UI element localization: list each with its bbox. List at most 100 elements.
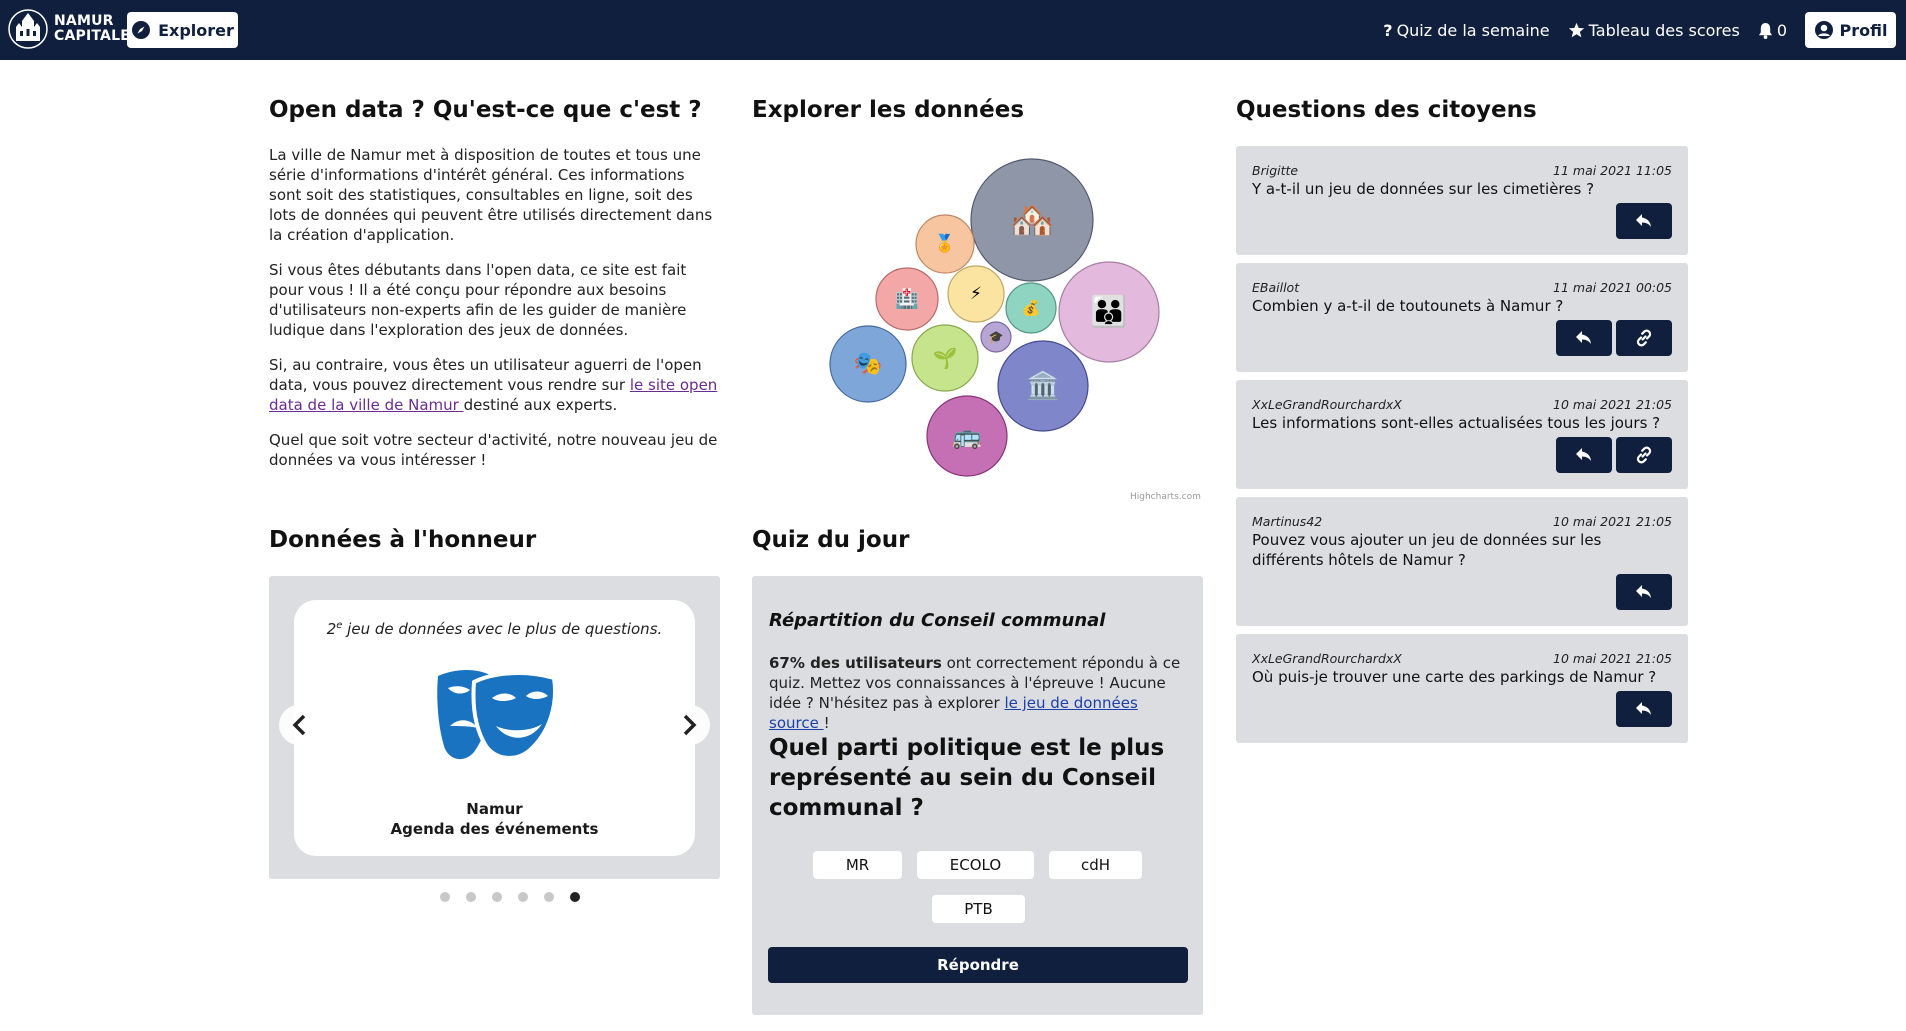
explorer-button[interactable]: Explorer: [127, 12, 238, 48]
graduation-icon: 🎓: [989, 330, 1004, 344]
question-date: 10 mai 2021 21:05: [1553, 397, 1672, 412]
compass-icon: [132, 21, 151, 39]
question-author: Martinus42: [1252, 514, 1323, 529]
caption-text: jeu de données avec le plus de questions…: [342, 620, 663, 638]
question-text: Pouvez vous ajouter un jeu de données su…: [1252, 531, 1602, 569]
carousel-next-button[interactable]: [670, 705, 710, 745]
reply-button[interactable]: [1616, 691, 1672, 727]
quiz-semaine-label: Quiz de la semaine: [1396, 20, 1550, 40]
dataset-card[interactable]: 2e jeu de données avec le plus de questi…: [294, 600, 695, 856]
intro-paragraph-2: Si vous êtes débutants dans l'open data,…: [269, 261, 687, 339]
question-author: XxLeGrandRourchardxX: [1252, 651, 1402, 666]
bubble-housing[interactable]: 🏘️: [970, 158, 1094, 282]
reply-button[interactable]: [1616, 203, 1672, 239]
tableau-scores-label: Tableau des scores: [1588, 20, 1740, 40]
reply-icon: [1636, 702, 1651, 715]
question-text: Combien y a-t-il de toutounets à Namur ?: [1252, 297, 1564, 315]
star-icon: [1568, 22, 1584, 37]
bubble-family[interactable]: 👪: [1058, 261, 1160, 363]
reply-button[interactable]: [1556, 437, 1612, 473]
question-author: EBaillot: [1252, 280, 1300, 295]
reply-button[interactable]: [1556, 320, 1612, 356]
namur-capitale-logo[interactable]: NAMUR CAPITALE: [8, 9, 130, 49]
quiz-question: Quel parti politique est le plus représe…: [769, 735, 1165, 821]
quiz-subtitle: Répartition du Conseil communal: [769, 610, 1106, 631]
logo-line2: CAPITALE: [54, 28, 130, 44]
carousel-prev-button[interactable]: [279, 705, 319, 745]
opendata-intro: La ville de Namur met à disposition de t…: [269, 145, 719, 485]
carousel-dot[interactable]: [466, 892, 476, 902]
link-icon: [1636, 446, 1652, 464]
logo-text: NAMUR CAPITALE: [54, 14, 130, 44]
quiz-option-cdh[interactable]: cdH: [1049, 851, 1142, 879]
bubble-environment[interactable]: 🌱: [911, 324, 979, 392]
bubble-energy[interactable]: ⚡: [947, 265, 1005, 323]
quiz-option-mr[interactable]: MR: [813, 851, 902, 879]
bubble-administration[interactable]: 🏛️: [997, 340, 1089, 432]
question-card: EBaillot 11 mai 2021 00:05 Combien y a-t…: [1236, 263, 1688, 372]
question-author: XxLeGrandRourchardxX: [1252, 397, 1402, 412]
category-bubble-chart: 🏘️ 🏅 🏥 ⚡ 💰 👪 🎭 🌱 🎓 🏛️ 🚌: [829, 158, 1160, 477]
opendata-title: Open data ? Qu'est-ce que c'est ?: [269, 97, 702, 123]
theater-masks-icon: [437, 670, 557, 760]
money-bag-icon: 💰: [1022, 299, 1041, 317]
logo-line1: NAMUR: [54, 13, 114, 29]
quiz-stat-percent: 67% des utilisateurs: [769, 654, 942, 672]
hospital-icon: 🏥: [895, 287, 919, 310]
question-text: Les informations sont-elles actualisées …: [1252, 414, 1661, 432]
explorer-label: Explorer: [158, 20, 234, 40]
question-card: XxLeGrandRourchardxX 10 mai 2021 21:05 L…: [1236, 380, 1688, 489]
quiz-title: Quiz du jour: [752, 527, 910, 553]
question-date: 11 mai 2021 00:05: [1553, 280, 1672, 295]
question-text: Où puis-je trouver une carte des parking…: [1252, 668, 1657, 686]
carousel-dot[interactable]: [544, 892, 554, 902]
notifications-link[interactable]: 0: [1758, 21, 1787, 40]
intro-paragraph-3: Si, au contraire, vous êtes un utilisate…: [269, 355, 719, 415]
dataset-name: Agenda des événements: [390, 820, 599, 838]
bubble-health[interactable]: 🏥: [875, 267, 939, 331]
reply-icon: [1576, 448, 1591, 461]
dataset-card-caption: 2e jeu de données avec le plus de questi…: [294, 620, 695, 638]
carousel-dot[interactable]: [518, 892, 528, 902]
question-author: Brigitte: [1252, 163, 1299, 178]
question-mark-icon: ?: [1383, 20, 1393, 40]
medal-icon: 🏅: [934, 233, 955, 254]
quiz-semaine-link[interactable]: ? Quiz de la semaine: [1383, 21, 1549, 40]
bubble-medal[interactable]: 🏅: [915, 214, 975, 274]
tableau-scores-link[interactable]: Tableau des scores: [1568, 21, 1740, 40]
quiz-stat-end: !: [823, 714, 830, 732]
chevron-right-icon: [683, 714, 697, 736]
reply-button[interactable]: [1616, 574, 1672, 610]
profil-label: Profil: [1839, 20, 1888, 40]
intro-p3-after: destiné aux experts.: [463, 396, 618, 414]
question-card: Brigitte 11 mai 2021 11:05 Y a-t-il un j…: [1236, 146, 1688, 255]
reply-icon: [1636, 585, 1651, 598]
user-circle-icon: [1814, 21, 1833, 39]
dataset-link-button[interactable]: [1616, 437, 1672, 473]
bubble-culture[interactable]: 🎭: [829, 325, 907, 403]
carousel-dot[interactable]: [492, 892, 502, 902]
link-icon: [1636, 329, 1652, 347]
question-card: Martinus42 10 mai 2021 21:05 Pouvez vous…: [1236, 497, 1688, 626]
quiz-option-ptb[interactable]: PTB: [932, 895, 1025, 923]
seedling-icon: 🌱: [933, 346, 958, 370]
question-date: 10 mai 2021 21:05: [1553, 514, 1672, 529]
bubble-finance[interactable]: 💰: [1005, 282, 1057, 334]
bubble-mobility[interactable]: 🚌: [926, 395, 1008, 477]
highcharts-credits[interactable]: Highcharts.com: [1130, 492, 1201, 502]
carousel-dot[interactable]: [570, 892, 580, 902]
quiz-submit-button[interactable]: Répondre: [768, 947, 1188, 983]
notification-count: 0: [1776, 20, 1787, 40]
carousel-dot[interactable]: [440, 892, 450, 902]
carousel-pagination: [440, 892, 580, 902]
quiz-panel: Répartition du Conseil communal 67% des …: [752, 576, 1203, 1015]
profil-button[interactable]: Profil: [1805, 12, 1896, 48]
dataset-link-button[interactable]: [1616, 320, 1672, 356]
bubble-education[interactable]: 🎓: [980, 321, 1012, 353]
intro-paragraph-1: La ville de Namur met à disposition de t…: [269, 146, 713, 244]
reply-icon: [1576, 331, 1591, 344]
intro-paragraph-4: Quel que soit votre secteur d'activité, …: [269, 431, 718, 469]
quiz-option-ecolo[interactable]: ECOLO: [917, 851, 1034, 879]
chevron-left-icon: [292, 714, 306, 736]
houses-icon: 🏘️: [1009, 199, 1055, 242]
